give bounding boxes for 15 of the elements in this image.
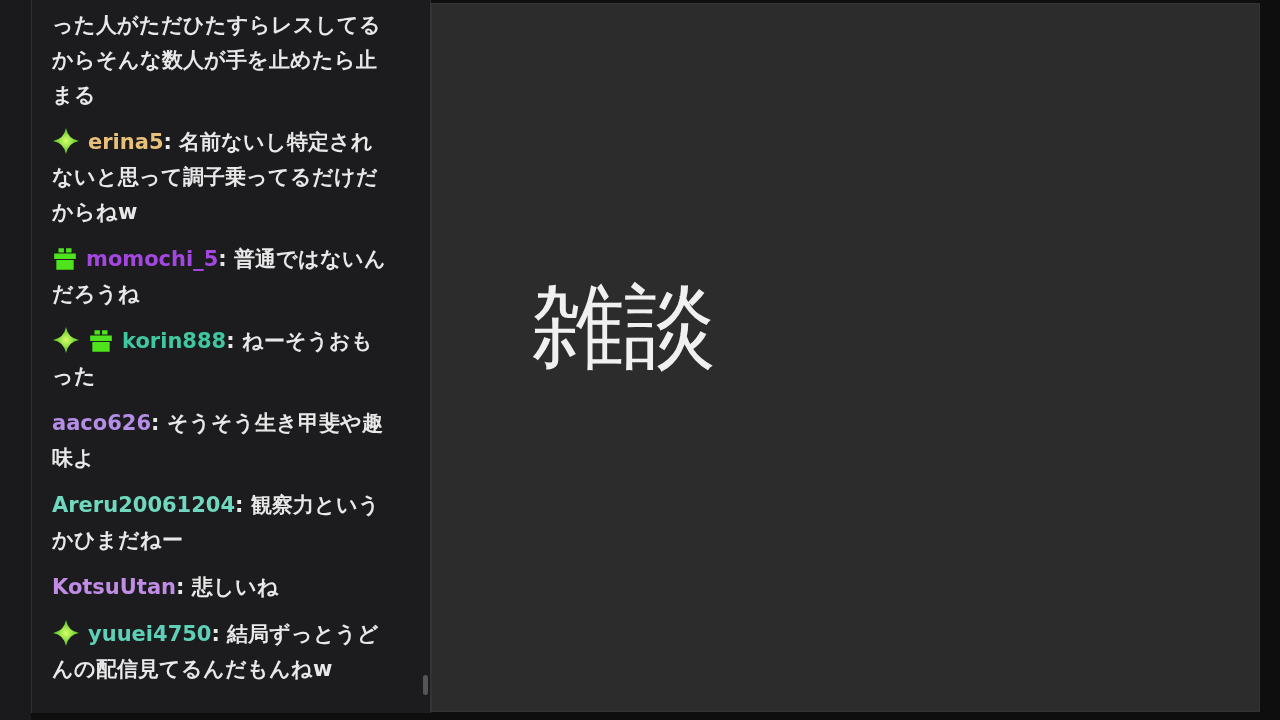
chat-message: erina5: 名前ないし特定されないと思って調子乗ってるだけだからねw	[52, 125, 394, 230]
chat-message: KotsuUtan: 悲しいね	[52, 574, 280, 601]
gift-icon	[52, 246, 78, 272]
gift-icon	[88, 328, 114, 354]
chat-message: momochi_5: 普通ではないんだろうね	[52, 245, 388, 308]
scrollbar-thumb[interactable]	[423, 675, 428, 695]
sparkle-icon	[52, 326, 80, 354]
chat-message: aaco626: そうそう生き甲斐や趣味よ	[52, 410, 384, 472]
sparkle-icon	[52, 619, 80, 647]
chat-message: yuuei4750: 結局ずっとうどんの配信見てるんだもんねw	[52, 617, 394, 687]
chat-message: った人がただひたすらレスしてるからそんな数人が手を止めたら止まる	[52, 12, 382, 109]
chat-message: korin888: ねーそうおもった	[52, 324, 394, 394]
sparkle-icon	[52, 127, 80, 155]
chat-message: Areru20061204: 観察力というかひまだねー	[52, 492, 381, 554]
stream-title: 雑談	[532, 273, 716, 380]
